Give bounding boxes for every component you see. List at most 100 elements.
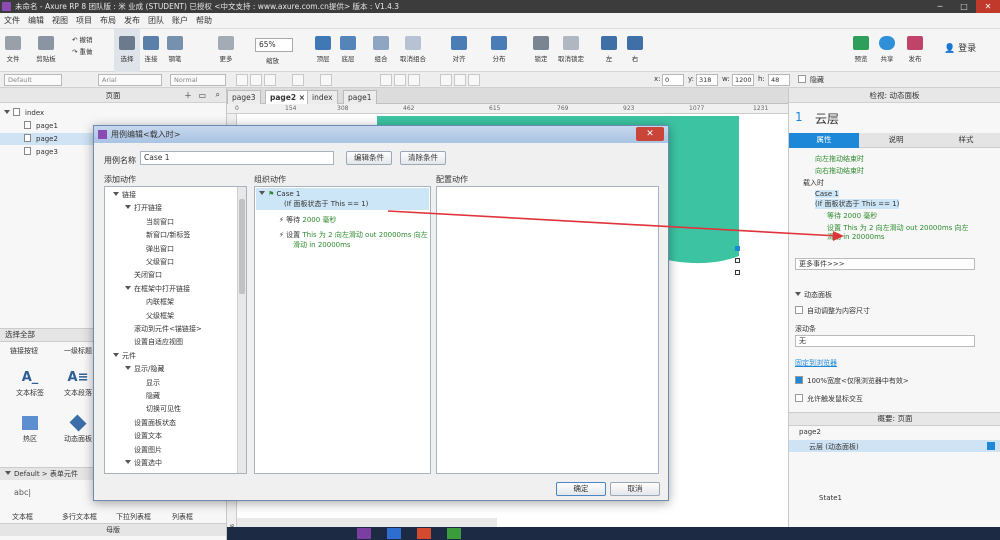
event-tree-item[interactable]: (If 面板状态于 This == 1): [815, 199, 900, 209]
lock-button[interactable]: 锁定: [530, 29, 552, 72]
file-button[interactable]: 文件: [2, 29, 24, 72]
font-color-button[interactable]: [292, 74, 304, 86]
action-tree-item[interactable]: 父级窗口: [137, 257, 174, 267]
align-button[interactable]: 对齐: [448, 29, 470, 72]
y-field[interactable]: 318: [696, 74, 718, 86]
page-tree-index[interactable]: index: [4, 107, 226, 119]
action-tree-item[interactable]: 切换可见性: [137, 404, 181, 414]
ungroup-button[interactable]: 取消组合: [398, 29, 428, 72]
action-tree-item[interactable]: 设置选中: [125, 458, 162, 468]
menu-edit[interactable]: 编辑: [28, 15, 44, 26]
action-tree-item[interactable]: 显示: [137, 378, 160, 388]
event-tree-item[interactable]: 滑动 in 20000ms: [827, 232, 885, 242]
tab-style[interactable]: 样式: [931, 133, 1000, 148]
taskbar-app-icon[interactable]: [357, 528, 371, 539]
action-tree-item[interactable]: 设置面板状态: [125, 418, 176, 428]
wait-action-item[interactable]: ⚡ 等待 2000 毫秒: [279, 215, 336, 225]
underline-button[interactable]: [264, 74, 276, 86]
login-button[interactable]: 👤 登录: [944, 41, 976, 54]
action-tree-scrollbar[interactable]: [237, 187, 246, 473]
align-text-right-button[interactable]: [408, 74, 420, 86]
menu-file[interactable]: 文件: [4, 15, 20, 26]
action-tree-item[interactable]: 显示/隐藏: [125, 364, 164, 374]
menu-project[interactable]: 项目: [76, 15, 92, 26]
allow-mouse-option[interactable]: 允许触发鼠标交互: [795, 394, 863, 404]
widget-label[interactable]: A_ 文本标签: [12, 370, 48, 398]
edit-condition-button[interactable]: 编辑条件: [346, 151, 392, 165]
valign-bottom-button[interactable]: [468, 74, 480, 86]
pin-browser-link[interactable]: 固定到浏览器: [795, 358, 837, 368]
taskbar-app-icon[interactable]: [387, 528, 401, 539]
widget-link-button[interactable]: 链接按钮: [10, 346, 38, 356]
group-button[interactable]: 组合: [370, 29, 392, 72]
dynamic-panel-section[interactable]: 动态面板: [795, 290, 832, 300]
more-events-select[interactable]: 更多事件>>>: [795, 258, 975, 270]
auto-resize-option[interactable]: 自动调整为内容尺寸: [795, 306, 870, 316]
menu-layout[interactable]: 布局: [100, 15, 116, 26]
unlock-button[interactable]: 取消锁定: [556, 29, 586, 72]
resize-handle[interactable]: [735, 270, 740, 275]
set-panel-action-item[interactable]: ⚡ 设置 This 为 2 向左滑动 out 20000ms 向左: [279, 230, 428, 240]
action-tree-item[interactable]: 设置文本: [125, 431, 162, 441]
maximize-button[interactable]: □: [952, 0, 976, 13]
outline-item-state1[interactable]: State1: [819, 494, 842, 502]
tab-index[interactable]: index: [307, 90, 338, 104]
full-width-checkbox[interactable]: [795, 376, 803, 384]
action-tree-item[interactable]: 内联框架: [137, 297, 174, 307]
action-tree-item[interactable]: 当前窗口: [137, 217, 174, 227]
clear-condition-button[interactable]: 清除条件: [400, 151, 446, 165]
x-field[interactable]: 0: [662, 74, 684, 86]
tab-page1[interactable]: page1: [343, 90, 377, 104]
action-tree-item[interactable]: 设置图片: [125, 445, 162, 455]
action-tree-item[interactable]: 父级框架: [137, 311, 174, 321]
right-button[interactable]: 右: [626, 29, 644, 72]
zoom-select[interactable]: 65%: [255, 38, 293, 52]
action-tree-item[interactable]: 链接: [113, 190, 136, 200]
send-bottom-button[interactable]: 底层: [337, 29, 359, 72]
distribute-button[interactable]: 分布: [488, 29, 510, 72]
preview-button[interactable]: 预览: [850, 29, 872, 72]
allow-mouse-checkbox[interactable]: [795, 394, 803, 402]
case-item[interactable]: ⚑ Case 1 (If 面板状态于 This == 1): [256, 188, 429, 210]
ok-button[interactable]: 确定: [556, 482, 606, 496]
menu-team[interactable]: 团队: [148, 15, 164, 26]
hidden-toggle[interactable]: 隐藏: [798, 75, 824, 85]
minimize-button[interactable]: ─: [928, 0, 952, 13]
close-tab-icon[interactable]: ×: [299, 93, 305, 102]
masters-header[interactable]: 母版: [0, 523, 226, 536]
more-button[interactable]: 更多: [215, 29, 237, 72]
bring-top-button[interactable]: 顶层: [312, 29, 334, 72]
resize-handle[interactable]: [735, 246, 740, 251]
clipboard-button[interactable]: 剪贴板: [32, 29, 60, 72]
h-field[interactable]: 48: [768, 74, 790, 86]
event-tree-item[interactable]: 向右拖动结束时: [815, 166, 864, 176]
fill-color-button[interactable]: [320, 74, 332, 86]
event-tree-item[interactable]: 向左拖动结束时: [815, 154, 864, 164]
resize-handle[interactable]: [735, 258, 740, 263]
taskbar-app-icon[interactable]: [417, 528, 431, 539]
scrollbar-select[interactable]: 无: [795, 335, 975, 347]
taskbar-app-icon[interactable]: [447, 528, 461, 539]
publish-button[interactable]: 发布: [902, 29, 928, 72]
event-tree-item[interactable]: Case 1: [815, 190, 839, 198]
action-tree-item[interactable]: 关闭窗口: [125, 270, 162, 280]
event-tree-item[interactable]: 等待 2000 毫秒: [827, 211, 877, 221]
tab-page2[interactable]: page2 ×: [265, 90, 311, 104]
action-tree-item[interactable]: 在框架中打开链接: [125, 284, 190, 294]
action-tree-item[interactable]: 元件: [113, 351, 136, 361]
valign-middle-button[interactable]: [454, 74, 466, 86]
widget-dynamic-panel[interactable]: 动态面板: [58, 414, 98, 444]
redo-button[interactable]: ↷ 重做: [72, 46, 93, 56]
action-tree-item[interactable]: 隐藏: [137, 391, 160, 401]
bold-button[interactable]: [236, 74, 248, 86]
style-select[interactable]: Default: [4, 74, 62, 86]
cancel-button[interactable]: 取消: [610, 482, 660, 496]
italic-button[interactable]: [250, 74, 262, 86]
event-tree-item[interactable]: 载入时: [803, 178, 824, 188]
close-window-button[interactable]: ✕: [976, 0, 1000, 13]
menu-publish[interactable]: 发布: [124, 15, 140, 26]
outline-item-cloud-layer[interactable]: 云层 (动态面板): [789, 440, 1000, 452]
weight-select[interactable]: Normal: [170, 74, 226, 86]
tab-properties[interactable]: 属性: [789, 133, 859, 148]
widget-paragraph[interactable]: A≡ 文本段落: [58, 370, 98, 398]
